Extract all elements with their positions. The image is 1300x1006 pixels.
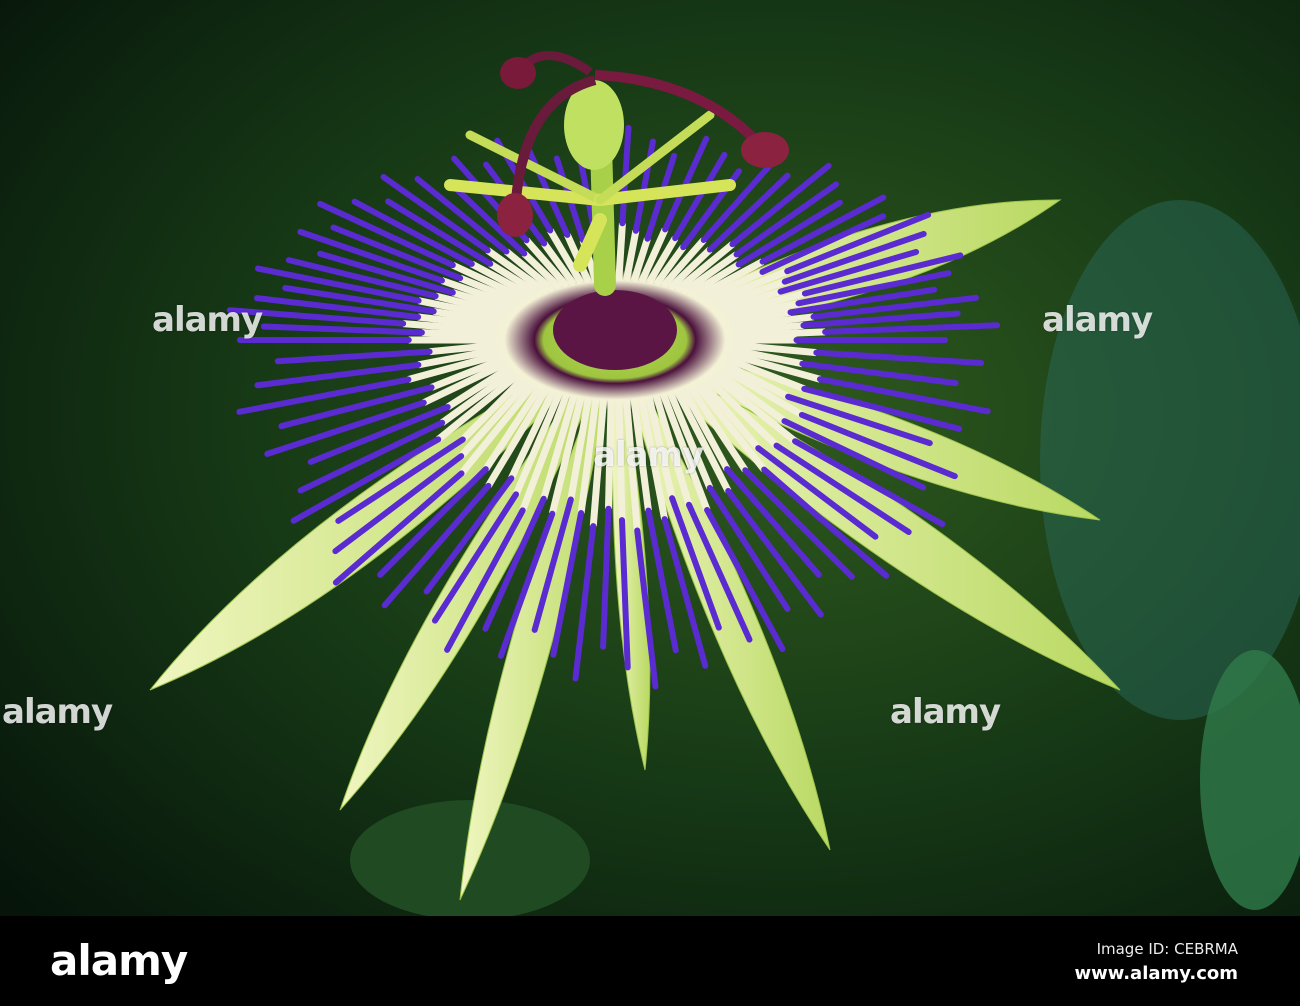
androgynophore-base xyxy=(553,290,677,370)
watermark: alamy xyxy=(2,692,113,732)
watermark: alamy xyxy=(1042,300,1153,340)
site-url: www.alamy.com xyxy=(1074,963,1238,984)
watermark: alamy xyxy=(593,435,704,475)
stock-photo: alamy alamy alamy alamy alamy alamy Imag… xyxy=(0,0,1300,1006)
watermark: alamy xyxy=(890,692,1001,732)
watermark: alamy xyxy=(152,300,263,340)
alamy-logo: alamy xyxy=(50,936,188,985)
image-id: Image ID: CEBRMA xyxy=(1096,940,1238,958)
footer-bar: alamy Image ID: CEBRMA www.alamy.com xyxy=(0,916,1300,1006)
